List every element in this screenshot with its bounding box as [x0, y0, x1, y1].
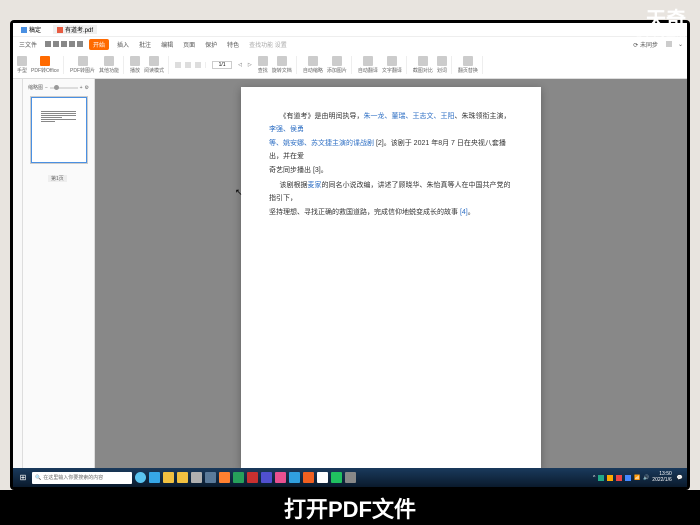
app-7[interactable]: [219, 472, 230, 483]
tray-notif-icon[interactable]: 💬: [677, 475, 683, 481]
tool-addimg[interactable]: 添加图片: [327, 56, 347, 74]
title-bar: 稿定 有道考.pdf: [13, 23, 687, 37]
sync-status[interactable]: ⟳ 未同步: [631, 40, 660, 49]
tool-rotate[interactable]: 旋转文档: [272, 56, 292, 74]
page-next[interactable]: ▷: [248, 62, 252, 68]
tool-readmode[interactable]: 阅读模式: [144, 56, 164, 74]
tool-play[interactable]: 播放: [130, 56, 140, 74]
search-icon: 🔍: [35, 475, 41, 481]
app-12[interactable]: [289, 472, 300, 483]
zoom-out-icon[interactable]: −: [45, 85, 48, 91]
menu-feature[interactable]: 特色: [225, 40, 241, 49]
app-settings[interactable]: [205, 472, 216, 483]
app-16[interactable]: [345, 472, 356, 483]
app-store[interactable]: [191, 472, 202, 483]
pdf-icon: [57, 27, 63, 33]
menu-protect[interactable]: 保护: [203, 40, 219, 49]
document-viewport[interactable]: ↖ 《有道考》是由明闰执导，朱一龙、董瑞、王志文、王阳、朱珠领衔主演，李强、侯勇…: [95, 79, 687, 477]
app-13[interactable]: [303, 472, 314, 483]
chevron-icon[interactable]: ⌄: [678, 41, 683, 48]
app-explorer[interactable]: [163, 472, 174, 483]
app-8[interactable]: [233, 472, 244, 483]
thumbnail-panel: 缩略图 − + ⚙ 第1页: [23, 79, 95, 477]
tray-sound-icon[interactable]: 🔊: [643, 475, 649, 481]
monitor-frame: 稿定 有道考.pdf 三文件 开始 插入 批注 编辑 页面 保护 特色 查找功能…: [10, 20, 690, 490]
tool-pdf2office[interactable]: PDF转Office: [31, 56, 59, 74]
menu-edit[interactable]: 编辑: [159, 40, 175, 49]
tool-wordselect[interactable]: 划词: [437, 56, 447, 74]
tab-file[interactable]: 有道考.pdf: [53, 25, 97, 34]
taskbar-search[interactable]: 🔍在这里输入你要搜索的内容: [32, 472, 132, 484]
app-window: 稿定 有道考.pdf 三文件 开始 插入 批注 编辑 页面 保护 特色 查找功能…: [13, 23, 687, 487]
tray-wifi-icon[interactable]: 📶: [634, 475, 640, 481]
sidebar-strip[interactable]: [13, 79, 23, 477]
tool-misc2[interactable]: [185, 62, 191, 68]
tray-ic4[interactable]: [625, 475, 631, 481]
system-tray: ^ 📶 🔊 13:50 2022/1/6 💬: [593, 472, 683, 483]
tool-pdf2img[interactable]: PDF转图片: [70, 56, 95, 74]
tool-other[interactable]: 其他功能: [99, 56, 119, 74]
app-edge[interactable]: [149, 472, 160, 483]
search-icon: ⦿: [634, 24, 644, 39]
home-icon: [21, 27, 27, 33]
menu-bar: 三文件 开始 插入 批注 编辑 页面 保护 特色 查找功能 设置 ⟳ 未同步 ⌄: [13, 37, 687, 51]
tool-misc3[interactable]: [195, 62, 201, 68]
tool-group-1: 手型 PDF转Office: [17, 56, 64, 74]
app-15[interactable]: [331, 472, 342, 483]
app-11[interactable]: [275, 472, 286, 483]
app-folder[interactable]: [177, 472, 188, 483]
menu-start[interactable]: 开始: [89, 39, 109, 50]
menu-search[interactable]: 查找功能 设置: [247, 40, 289, 49]
tool-find[interactable]: 查找: [258, 56, 268, 74]
subtitle-caption: 打开PDF文件: [0, 490, 700, 525]
thumb-settings-icon[interactable]: ⚙: [85, 85, 89, 91]
tool-misc1[interactable]: [175, 62, 181, 68]
tool-flipreplace[interactable]: 翻页替换: [458, 56, 478, 74]
tray-up-icon[interactable]: ^: [593, 475, 595, 481]
taskbar: ⊞ 🔍在这里输入你要搜索的内容 ^ 📶 🔊 13:50 2022/1/6 💬: [13, 468, 687, 487]
start-button[interactable]: ⊞: [17, 472, 29, 484]
thumbnail-title: 缩略图: [28, 84, 43, 91]
tray-ic2[interactable]: [607, 475, 613, 481]
app-10[interactable]: [261, 472, 272, 483]
page-number-input[interactable]: [212, 61, 232, 69]
taskbar-clock[interactable]: 13:50 2022/1/6: [652, 472, 673, 483]
min-icon[interactable]: [666, 41, 672, 47]
thumbnail-label: 第1页: [48, 175, 67, 182]
tray-ic3[interactable]: [616, 475, 622, 481]
toolbar: 手型 PDF转Office PDF转图片 其他功能 播放 阅读模式 ◁ ▷ 查找…: [13, 51, 687, 79]
menu-file[interactable]: 三文件: [17, 40, 39, 49]
watermark-brand: ⦿ 天奇生活: [634, 24, 686, 39]
app-9[interactable]: [247, 472, 258, 483]
tray-ic1[interactable]: [598, 475, 604, 481]
tool-texttrans[interactable]: 文字翻译: [382, 56, 402, 74]
menu-insert[interactable]: 插入: [115, 40, 131, 49]
thumb-zoom-slider[interactable]: [50, 87, 78, 89]
tool-autothumb[interactable]: 自动缩略: [303, 56, 323, 74]
menu-annotate[interactable]: 批注: [137, 40, 153, 49]
app-cortana[interactable]: [135, 472, 146, 483]
app-14[interactable]: [317, 472, 328, 483]
menu-page[interactable]: 页面: [181, 40, 197, 49]
tab-home[interactable]: 稿定: [17, 25, 45, 34]
thumbnail-page-1[interactable]: [31, 97, 87, 163]
tool-hand[interactable]: 手型: [17, 56, 27, 74]
page-prev[interactable]: ◁: [238, 62, 242, 68]
zoom-in-icon[interactable]: +: [80, 85, 83, 91]
taskbar-apps: [135, 472, 356, 483]
tool-autotrans[interactable]: 自动翻译: [358, 56, 378, 74]
tool-capcompare[interactable]: 截图对比: [413, 56, 433, 74]
menu-icons[interactable]: [45, 41, 83, 47]
cursor-icon: ↖: [235, 187, 243, 198]
pdf-page: 《有道考》是由明闰执导，朱一龙、董瑞、王志文、王阳、朱珠领衔主演，李强、侯勇 等…: [241, 87, 541, 469]
content-area: 缩略图 − + ⚙ 第1页 ↖ 《有道考》是由明闰执导，朱一龙、董瑞、王志文、王…: [13, 79, 687, 477]
